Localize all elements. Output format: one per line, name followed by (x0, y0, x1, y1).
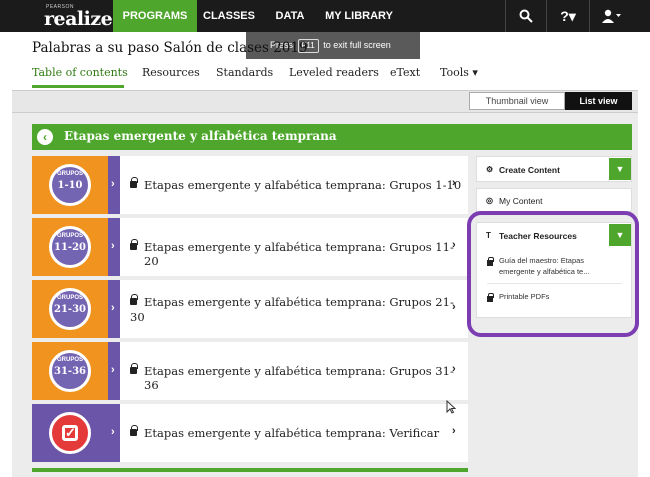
create-content-label: Create Content (499, 165, 560, 175)
chevron-right-icon[interactable]: › (452, 301, 456, 313)
section-title: Etapas emergente y alfabética temprana (64, 129, 337, 143)
nav-programs[interactable]: PROGRAMS (113, 0, 197, 32)
nav-data[interactable]: DATA (261, 0, 319, 32)
user-icon[interactable] (590, 0, 634, 32)
grupos-badge: GRUPOS 1-10 (49, 164, 91, 206)
row-thumbnail: GRUPOS 1-10 (32, 156, 120, 214)
tab-table-of-contents[interactable]: Table of contents (32, 66, 128, 79)
tab-standards[interactable]: Standards (216, 66, 273, 79)
tab-etext[interactable]: eText (390, 66, 420, 79)
chevron-right-icon[interactable]: › (452, 239, 456, 251)
list-item[interactable]: GRUPOS 31-36 › Etapas emergente y alfabét… (32, 342, 468, 400)
nav-classes[interactable]: CLASSES (197, 0, 261, 32)
lock-icon (130, 239, 138, 250)
lock-icon (130, 425, 138, 436)
chevron-right-icon: › (111, 302, 115, 314)
badge-number: 11-20 (54, 242, 86, 253)
target-icon: ◎ (486, 196, 493, 205)
page-title: Palabras a su paso Salón de clases 2019 (32, 40, 308, 56)
row-label-line1[interactable]: Etapas emergente y alfabética temprana: … (144, 295, 454, 309)
back-arrow-icon[interactable]: ‹ (37, 129, 53, 145)
gear-icon: ⚙ (486, 165, 494, 174)
list-item[interactable]: ✓ › Etapas emergente y alfabética tempra… (32, 404, 468, 462)
lock-icon (130, 363, 138, 374)
my-content-panel[interactable]: ◎ My Content (476, 188, 632, 212)
row-label-line2[interactable]: 30 (130, 310, 145, 324)
row-label[interactable]: Etapas emergente y alfabética temprana: … (144, 240, 468, 268)
lock-icon (130, 177, 138, 188)
chevron-right-icon[interactable]: › (452, 363, 456, 375)
row-thumbnail: GRUPOS 31-36 (32, 342, 120, 400)
grupos-badge: GRUPOS 21-30 (49, 288, 91, 330)
search-icon[interactable] (506, 0, 546, 32)
nav-my-library[interactable]: MY LIBRARY (319, 0, 399, 32)
checkbox-icon: ✓ (49, 412, 91, 454)
lock-icon (130, 294, 138, 305)
chevron-right-icon: › (111, 178, 115, 190)
row-label[interactable]: Etapas emergente y alfabética temprana: … (144, 364, 468, 392)
chevron-right-icon[interactable]: › (452, 177, 456, 189)
grupos-badge: GRUPOS 11-20 (49, 226, 91, 268)
row-label[interactable]: Etapas emergente y alfabética temprana: … (144, 426, 439, 440)
thumbnail-view-button[interactable]: Thumbnail view (469, 92, 565, 110)
mouse-cursor-icon (446, 400, 456, 414)
realize-logo[interactable]: PEARSON realize. (44, 2, 119, 30)
row-thumbnail: GRUPOS 21-30 (32, 280, 120, 338)
highlight-outline (467, 211, 639, 337)
list-item[interactable]: GRUPOS 1-10 › Etapas emergente y alfabéti… (32, 156, 468, 214)
logo-text: realize. (44, 8, 119, 30)
list-item[interactable]: GRUPOS 11-20 › Etapas emergente y alfabét… (32, 218, 468, 276)
list-view-button[interactable]: List view (565, 92, 632, 110)
tab-resources[interactable]: Resources (142, 66, 200, 79)
badge-number: 1-10 (57, 180, 83, 191)
row-thumbnail: ✓ (32, 404, 120, 462)
active-tab-underline (32, 85, 124, 88)
chevron-right-icon: › (111, 240, 115, 252)
chevron-down-icon[interactable]: ▼ (609, 158, 631, 180)
create-content-panel[interactable]: ⚙ Create Content ▼ (476, 156, 632, 182)
badge-number: 31-36 (54, 366, 86, 377)
grupos-badge: GRUPOS 31-36 (49, 350, 91, 392)
help-icon[interactable]: ?▾ (547, 0, 589, 32)
badge-number: 21-30 (54, 304, 86, 315)
tab-tools[interactable]: Tools ▾ (440, 66, 478, 79)
chevron-right-icon[interactable]: › (452, 425, 456, 437)
tab-leveled-readers[interactable]: Leveled readers (289, 66, 379, 79)
badge-top-text: GRUPOS (56, 295, 83, 301)
badge-top-text: GRUPOS (56, 233, 83, 239)
badge-top-text: GRUPOS (56, 357, 83, 363)
row-thumbnail: GRUPOS 11-20 (32, 218, 120, 276)
chevron-right-icon: › (111, 426, 115, 438)
row-label[interactable]: Etapas emergente y alfabética temprana: … (144, 178, 461, 192)
bottom-accent-bar (32, 468, 468, 472)
badge-top-text: GRUPOS (56, 171, 83, 177)
list-item[interactable]: GRUPOS 21-30 › Etapas emergente y alfabét… (32, 280, 468, 338)
my-content-label: My Content (499, 196, 543, 206)
toast-post: to exit full screen (323, 40, 391, 50)
chevron-right-icon: › (111, 364, 115, 376)
